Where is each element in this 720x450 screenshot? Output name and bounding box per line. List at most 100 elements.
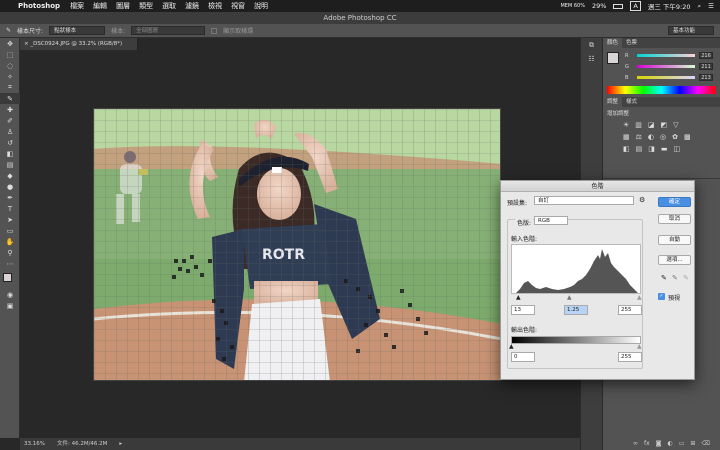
- trash-icon[interactable]: ⌫: [701, 440, 709, 450]
- pen-tool-icon[interactable]: ✒: [0, 192, 20, 203]
- black-eyedropper-icon[interactable]: ✎: [661, 274, 667, 282]
- properties-panel-icon[interactable]: ☷: [581, 52, 602, 66]
- status-arrow-icon[interactable]: ▸: [119, 438, 122, 450]
- tab-styles[interactable]: 樣式: [622, 97, 641, 107]
- menu-view[interactable]: 檢視: [208, 1, 222, 11]
- menu-type[interactable]: 類型: [139, 1, 153, 11]
- history-brush-icon[interactable]: ↺: [0, 137, 20, 148]
- channel-select[interactable]: RGB: [534, 216, 568, 225]
- input-white-field[interactable]: 255: [618, 305, 642, 315]
- white-eyedropper-icon[interactable]: ✎: [683, 274, 689, 282]
- green-slider[interactable]: G 211: [603, 61, 720, 72]
- workspace-select[interactable]: 基本功能: [668, 26, 714, 35]
- tab-adjustments[interactable]: 調整: [603, 97, 623, 107]
- blue-slider[interactable]: B 213: [603, 72, 720, 83]
- path-select-icon[interactable]: ➤: [0, 214, 20, 225]
- menu-filter[interactable]: 濾鏡: [185, 1, 199, 11]
- tab-swatches[interactable]: 色票: [622, 38, 641, 48]
- black-input-slider[interactable]: ▲: [516, 294, 521, 301]
- gamma-input-slider[interactable]: ▲: [567, 294, 572, 301]
- quick-select-tool-icon[interactable]: ✧: [0, 71, 20, 82]
- crop-tool-icon[interactable]: ⌗: [0, 82, 20, 93]
- history-panel-icon[interactable]: ⧉: [581, 38, 602, 52]
- app-menu[interactable]: Photoshop: [18, 2, 60, 10]
- new-layer-icon[interactable]: ⊞: [690, 440, 695, 450]
- type-tool-icon[interactable]: T: [0, 203, 20, 214]
- fx-icon[interactable]: fx: [644, 440, 650, 450]
- threshold-icon[interactable]: ◨: [648, 145, 655, 153]
- adjust-layer-icon[interactable]: ◐: [668, 440, 673, 450]
- notification-icon[interactable]: ☰: [708, 2, 714, 10]
- preview-checkbox[interactable]: ✓: [658, 293, 665, 300]
- eyedropper-tool-icon[interactable]: ✎: [0, 93, 20, 104]
- marquee-tool-icon[interactable]: ⬚: [0, 49, 20, 60]
- input-black-field[interactable]: 13: [511, 305, 535, 315]
- lasso-tool-icon[interactable]: ◌: [0, 60, 20, 71]
- screen-mode-icon[interactable]: ▣: [0, 300, 20, 311]
- posterize-icon[interactable]: ▤: [636, 145, 643, 153]
- green-value[interactable]: 211: [699, 63, 713, 70]
- photo-canvas[interactable]: ROTR: [93, 108, 501, 381]
- brush-tool-icon[interactable]: ✐: [0, 115, 20, 126]
- red-track[interactable]: [637, 54, 695, 57]
- mask-icon[interactable]: ◙: [656, 440, 662, 450]
- photo-filter-icon[interactable]: ◎: [660, 133, 666, 141]
- quick-mask-icon[interactable]: ◉: [0, 289, 20, 300]
- file-info[interactable]: 文件: 46.2M/46.2M: [57, 438, 107, 450]
- curves-icon[interactable]: ◪: [648, 121, 655, 129]
- selective-color-icon[interactable]: ◫: [674, 145, 681, 153]
- zoom-tool-icon[interactable]: ⚲: [0, 247, 20, 258]
- red-value[interactable]: 216: [699, 52, 713, 59]
- preset-gear-icon[interactable]: ⚙: [639, 196, 645, 204]
- output-white-field[interactable]: 255: [618, 352, 642, 362]
- mixer-icon[interactable]: ✿: [672, 133, 678, 141]
- healing-tool-icon[interactable]: ✚: [0, 104, 20, 115]
- invert-icon[interactable]: ◧: [623, 145, 630, 153]
- menu-window[interactable]: 視窗: [231, 1, 245, 11]
- menu-layer[interactable]: 圖層: [116, 1, 130, 11]
- auto-button[interactable]: 自動: [658, 235, 691, 245]
- sample-size-select[interactable]: 點狀樣本: [49, 26, 106, 35]
- brightness-icon[interactable]: ☀: [623, 121, 629, 129]
- black-output-slider[interactable]: ▲: [509, 343, 514, 350]
- clock[interactable]: 週三 下午9:20: [648, 1, 691, 11]
- search-icon[interactable]: ⌕: [698, 2, 702, 11]
- hue-icon[interactable]: ▦: [623, 133, 630, 141]
- battery-icon[interactable]: [613, 3, 624, 9]
- menu-select[interactable]: 選取: [162, 1, 176, 11]
- blue-value[interactable]: 213: [699, 74, 713, 81]
- blue-track[interactable]: [637, 76, 695, 79]
- white-input-slider[interactable]: ▲: [637, 294, 642, 301]
- stamp-tool-icon[interactable]: ♙: [0, 126, 20, 137]
- preset-select[interactable]: 自訂: [534, 196, 634, 205]
- menu-edit[interactable]: 編輯: [93, 1, 107, 11]
- dodge-tool-icon[interactable]: ●: [0, 181, 20, 192]
- histogram[interactable]: [511, 244, 641, 294]
- lookup-icon[interactable]: ▩: [684, 133, 691, 141]
- levels-icon[interactable]: ▥: [635, 121, 642, 129]
- tab-color[interactable]: 顏色: [603, 38, 623, 48]
- input-gamma-field[interactable]: 1.25: [564, 305, 588, 315]
- menu-file[interactable]: 檔案: [70, 1, 84, 11]
- cancel-button[interactable]: 取消: [658, 214, 691, 224]
- ok-button[interactable]: 確定: [658, 197, 691, 207]
- foreground-color[interactable]: [3, 273, 12, 282]
- white-output-slider[interactable]: ▲: [637, 343, 642, 350]
- exposure-icon[interactable]: ◩: [661, 121, 668, 129]
- shape-tool-icon[interactable]: ▭: [0, 225, 20, 236]
- folder-icon[interactable]: ▭: [679, 440, 685, 450]
- move-tool-icon[interactable]: ✥: [0, 38, 20, 49]
- hand-tool-icon[interactable]: ✋: [0, 236, 20, 247]
- more-tools-icon[interactable]: ⋯: [0, 258, 20, 269]
- input-source[interactable]: A: [630, 1, 641, 11]
- menu-help[interactable]: 說明: [254, 1, 268, 11]
- red-slider[interactable]: R 216: [603, 50, 720, 61]
- color-swatches[interactable]: [0, 271, 19, 289]
- document-tab[interactable]: × _DSC0924.JPG @ 33.2% (RGB/8*): [20, 38, 138, 50]
- gray-eyedropper-icon[interactable]: ✎: [672, 274, 678, 282]
- sample-select[interactable]: 全部圖層: [131, 26, 206, 35]
- show-ring-checkbox[interactable]: [211, 27, 218, 34]
- balance-icon[interactable]: ⚖: [636, 133, 642, 141]
- output-gradient[interactable]: [511, 336, 641, 344]
- options-button[interactable]: 選項...: [658, 255, 691, 265]
